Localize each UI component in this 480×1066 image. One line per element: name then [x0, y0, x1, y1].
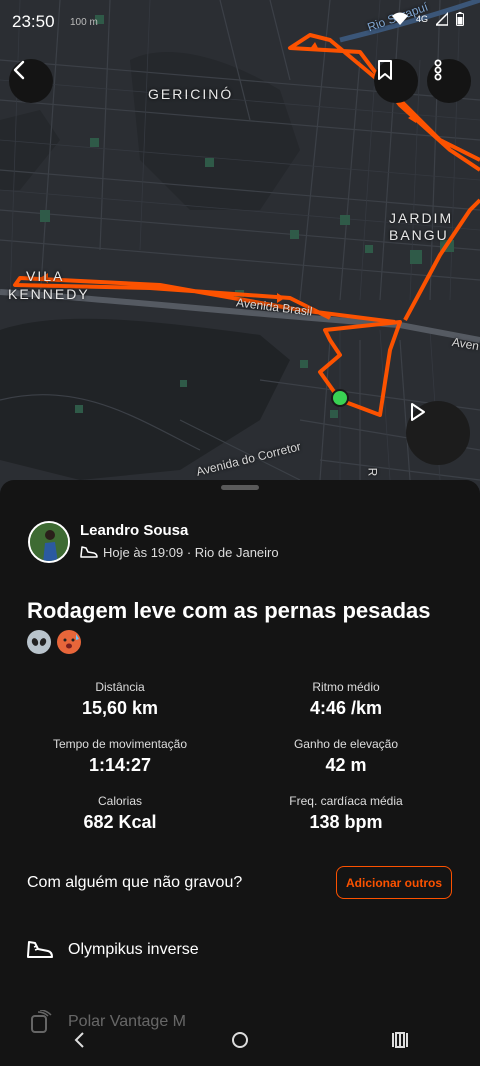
stat-heart-rate: Freq. cardíaca média 138 bpm — [226, 794, 466, 833]
map-label-jardim: JARDIM — [389, 210, 454, 226]
hot-face-emoji-icon — [57, 630, 81, 655]
stat-elevation: Ganho de elevação 42 m — [226, 737, 466, 776]
stat-label: Distância — [95, 680, 145, 694]
activity-sheet[interactable]: Leandro Sousa Hoje às 19:09 · Rio de Jan… — [0, 480, 480, 1066]
more-vertical-icon — [434, 59, 442, 81]
more-options-button[interactable] — [427, 59, 471, 103]
add-others-button[interactable]: Adicionar outros — [336, 866, 452, 899]
nav-recents-icon[interactable] — [390, 1030, 410, 1050]
network-type: 4G — [415, 14, 428, 24]
stat-value: 1:14:27 — [88, 755, 152, 775]
map-label-gericino: GERICINÓ — [148, 86, 234, 102]
stat-label: Freq. cardíaca média — [289, 794, 403, 808]
activity-title: Rodagem leve com as pernas pesadas — [27, 596, 457, 656]
back-arrow-icon — [13, 60, 25, 80]
stat-value: 15,60 km — [81, 698, 159, 718]
system-nav-bar — [0, 1014, 480, 1066]
map-label-kennedy: KENNEDY — [8, 286, 90, 302]
route-map[interactable]: GERICINÓ JARDIM BANGU VILA KENNEDY Aveni… — [0, 0, 480, 500]
nav-home-icon[interactable] — [230, 1030, 250, 1050]
status-icons: 4G — [391, 12, 464, 26]
street-r: R — [365, 467, 380, 477]
stat-value: 138 bpm — [309, 812, 383, 832]
play-flyover-button[interactable] — [406, 401, 470, 465]
stat-value: 42 m — [325, 755, 367, 775]
shoe-icon — [27, 941, 53, 958]
map-scale: 100 m — [70, 17, 98, 28]
with-others-prompt: Com alguém que não gravou? — [27, 874, 243, 891]
wifi-icon — [391, 12, 408, 25]
battery-icon — [456, 12, 464, 26]
status-bar: 23:50 100 m 4G — [0, 0, 480, 44]
stat-label: Tempo de movimentação — [52, 737, 188, 751]
activity-meta: Hoje às 19:09 · Rio de Janeiro — [80, 544, 279, 560]
stat-moving-time: Tempo de movimentação 1:14:27 — [0, 737, 240, 776]
user-name[interactable]: Leandro Sousa — [80, 522, 188, 539]
avatar[interactable] — [28, 521, 70, 563]
back-button[interactable] — [9, 59, 53, 103]
gear-item-shoe[interactable]: Olympikus inverse — [26, 935, 199, 965]
play-icon — [411, 403, 425, 421]
status-time: 23:50 — [12, 12, 55, 31]
signal-icon — [436, 12, 448, 26]
map-label-vila: VILA — [26, 268, 65, 284]
stat-calories: Calorias 682 Kcal — [0, 794, 240, 833]
stat-label: Ritmo médio — [312, 680, 380, 694]
sheet-drag-handle[interactable] — [221, 485, 259, 490]
stat-distance: Distância 15,60 km — [0, 680, 240, 719]
bookmark-icon — [378, 60, 392, 80]
map-label-bangu: BANGU — [389, 227, 449, 243]
bookmark-button[interactable] — [374, 59, 418, 103]
nav-back-icon[interactable] — [70, 1030, 90, 1050]
stat-label: Calorias — [97, 794, 142, 808]
activity-title-text: Rodagem leve com as pernas pesadas — [27, 598, 431, 623]
avatar-image — [30, 523, 68, 561]
stat-label: Ganho de elevação — [293, 737, 399, 751]
stat-value: 4:46 /km — [309, 698, 383, 718]
stat-pace: Ritmo médio 4:46 /km — [226, 680, 466, 719]
alien-emoji-icon — [27, 630, 51, 655]
stat-value: 682 Kcal — [83, 812, 157, 832]
gear-name: Olympikus inverse — [68, 941, 199, 958]
shoe-icon — [80, 546, 98, 558]
activity-date-location: Hoje às 19:09 · Rio de Janeiro — [103, 544, 279, 560]
